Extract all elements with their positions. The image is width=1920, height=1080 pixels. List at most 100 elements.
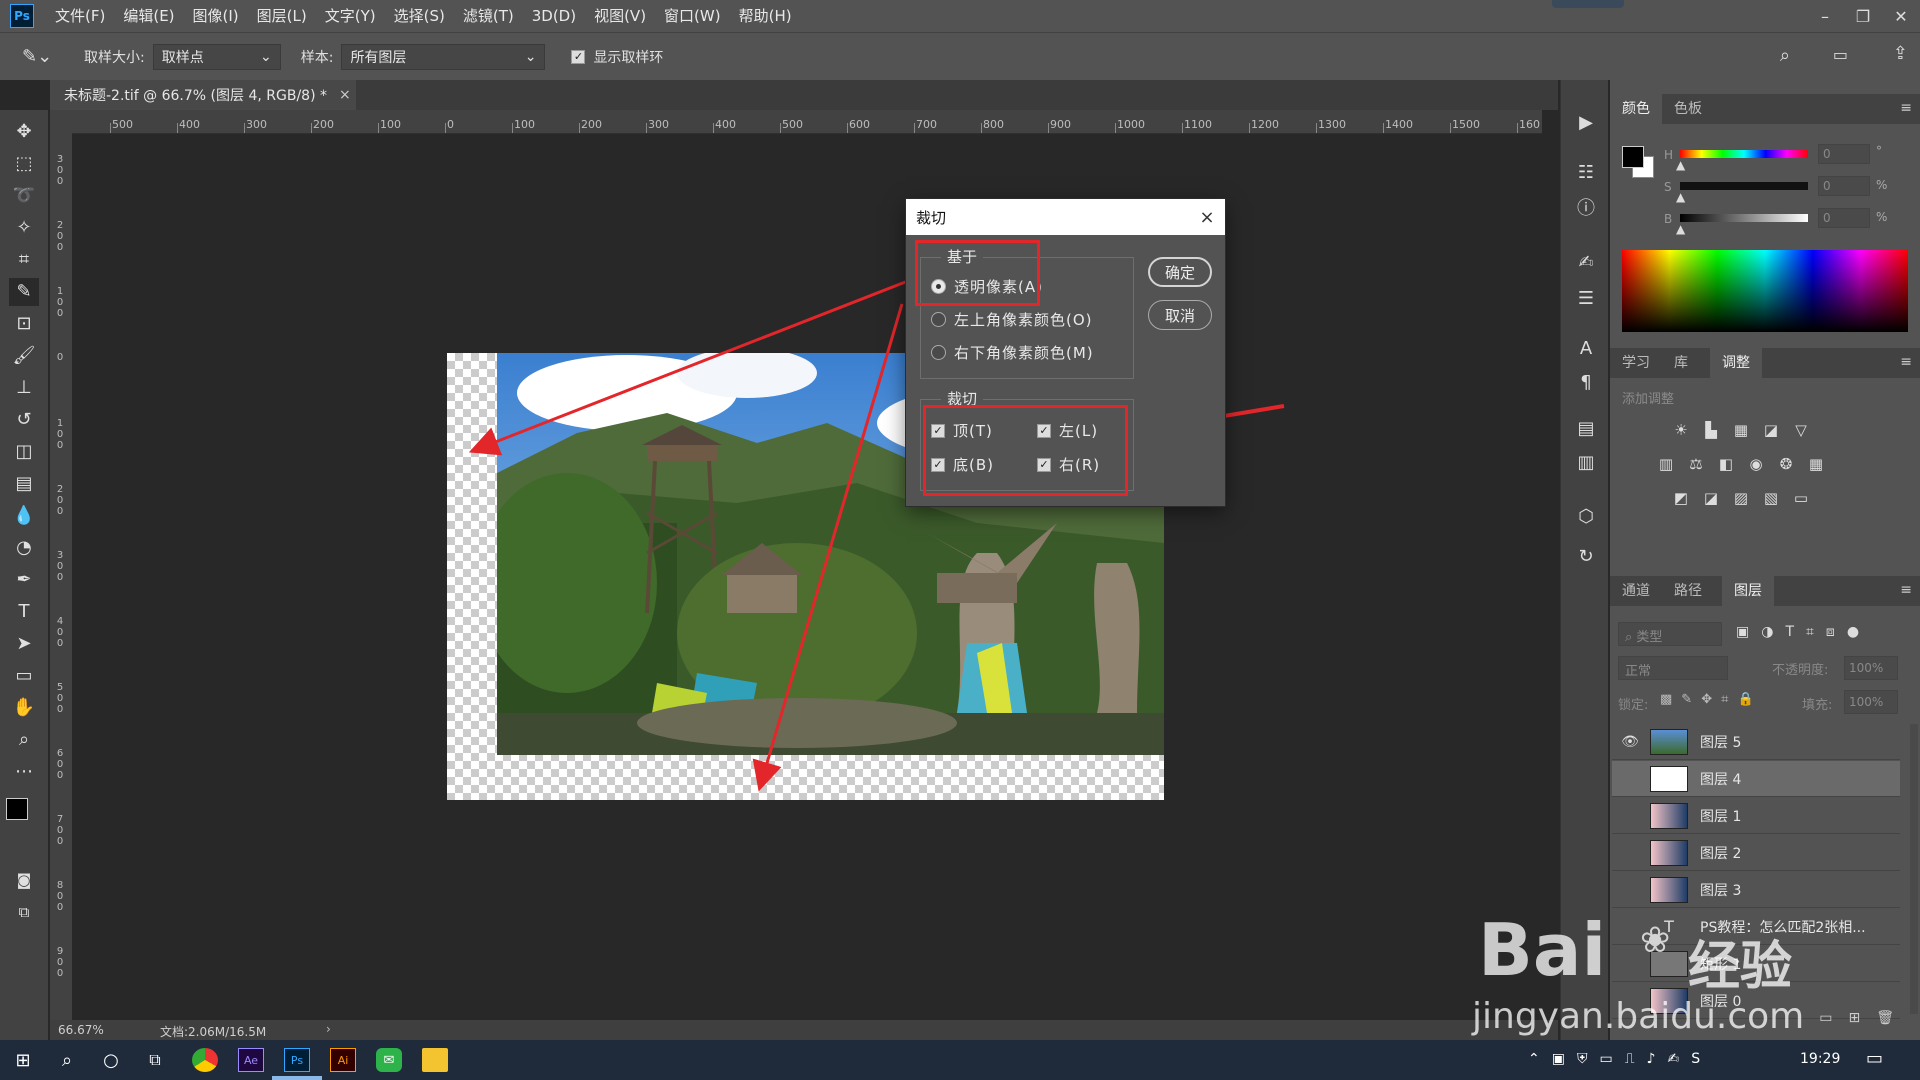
tab-learn[interactable]: 学习 xyxy=(1610,348,1662,378)
lock-artboard-icon[interactable]: ⌗ xyxy=(1721,692,1728,707)
levels-icon[interactable]: ▙ xyxy=(1700,420,1722,440)
eye-hidden-icon[interactable] xyxy=(1618,878,1642,902)
slider-thumb-icon[interactable]: ▲ xyxy=(1676,222,1685,236)
hue-slider[interactable] xyxy=(1680,150,1808,158)
restore-icon[interactable]: ❐ xyxy=(1844,0,1882,32)
radio-bottom-right-color[interactable]: 右下角像素颜色(M) xyxy=(931,342,1094,363)
saturation-slider[interactable] xyxy=(1680,182,1808,190)
selective-color-icon[interactable]: ▧ xyxy=(1760,488,1782,508)
vibrance-icon[interactable]: ▽ xyxy=(1790,420,1812,440)
layer-row[interactable]: 图层 2 xyxy=(1612,835,1900,871)
info-icon[interactable]: ⓘ xyxy=(1573,196,1599,222)
radio-button[interactable] xyxy=(931,312,946,327)
filter-toggle-icon[interactable]: ● xyxy=(1847,624,1859,640)
clock[interactable]: 19:29 xyxy=(1800,1051,1840,1067)
radio-top-left-color[interactable]: 左上角像素颜色(O) xyxy=(931,309,1093,330)
properties-icon[interactable]: ☷ xyxy=(1573,160,1599,186)
invert-icon[interactable]: ◩ xyxy=(1670,488,1692,508)
hue-sat-icon[interactable]: ▥ xyxy=(1655,454,1677,474)
play-icon[interactable]: ▶ xyxy=(1573,110,1599,136)
eraser-tool-icon[interactable]: ◫ xyxy=(9,438,39,466)
lock-transparency-icon[interactable]: ▩ xyxy=(1660,692,1672,707)
lock-all-icon[interactable]: 🔒 xyxy=(1737,692,1753,707)
pen-icon[interactable]: ✍ xyxy=(1667,1051,1679,1067)
delete-layer-icon[interactable]: 🗑 xyxy=(1876,1010,1894,1036)
brightness-icon[interactable]: ☀ xyxy=(1670,420,1692,440)
eyedropper-preset-icon[interactable]: ✎⌄ xyxy=(22,46,62,67)
paragraph-icon[interactable]: ¶ xyxy=(1573,370,1599,396)
task-view-icon[interactable]: ⧉ xyxy=(142,1048,168,1072)
color-lookup-icon[interactable]: ▦ xyxy=(1805,454,1827,474)
tab-libraries[interactable]: 库 xyxy=(1662,348,1700,378)
search-icon[interactable]: ⌕ xyxy=(1780,45,1790,66)
exposure-icon[interactable]: ◪ xyxy=(1760,420,1782,440)
illustrator-icon[interactable]: Ai xyxy=(330,1048,356,1072)
type-filter-icon[interactable]: T xyxy=(1785,624,1794,640)
eyedropper-tool-icon[interactable]: ✎ xyxy=(9,278,39,306)
menu-item[interactable]: 视图(V) xyxy=(585,0,655,32)
zoom-tool-icon[interactable]: ⌕ xyxy=(9,726,39,754)
share-icon[interactable]: ⇪ xyxy=(1893,43,1908,64)
foreground-color-swatch[interactable] xyxy=(6,798,28,820)
photo-filter-icon[interactable]: ◉ xyxy=(1745,454,1767,474)
slider-thumb-icon[interactable]: ▲ xyxy=(1676,158,1685,172)
brightness-slider[interactable] xyxy=(1680,214,1808,222)
eye-hidden-icon[interactable] xyxy=(1618,989,1642,1013)
layer-filter-select[interactable]: ⌕ 类型 xyxy=(1618,622,1722,646)
menu-item[interactable]: 选择(S) xyxy=(385,0,454,32)
eye-hidden-icon[interactable] xyxy=(1618,952,1642,976)
chevron-right-icon[interactable]: › xyxy=(326,1022,331,1036)
fill-input[interactable]: 100% xyxy=(1844,690,1898,714)
cancel-button[interactable]: 取消 xyxy=(1148,300,1212,330)
radio-button[interactable] xyxy=(931,345,946,360)
dialog-close-icon[interactable]: × xyxy=(1189,207,1225,228)
notes-icon[interactable]: ▥ xyxy=(1573,450,1599,476)
volume-icon[interactable]: ♪ xyxy=(1647,1051,1656,1067)
3d-icon[interactable]: ⬡ xyxy=(1573,504,1599,530)
rectangle-tool-icon[interactable]: ▭ xyxy=(9,662,39,690)
path-select-icon[interactable]: ➤ xyxy=(9,630,39,658)
close-tab-icon[interactable]: × xyxy=(339,87,351,103)
windows-start-icon[interactable]: ⊞ xyxy=(10,1048,36,1072)
blur-tool-icon[interactable]: 💧 xyxy=(9,502,39,530)
lasso-tool-icon[interactable]: ➰ xyxy=(9,182,39,210)
tab-layers[interactable]: 图层 xyxy=(1722,576,1774,606)
tab-color[interactable]: 颜色 xyxy=(1610,94,1662,124)
color-balance-icon[interactable]: ⚖ xyxy=(1685,454,1707,474)
gradient-tool-icon[interactable]: ▤ xyxy=(9,470,39,498)
layer-row[interactable]: 图层 3 xyxy=(1612,872,1900,908)
layer-row[interactable]: 矩形 1 xyxy=(1612,946,1900,982)
layer-row[interactable]: 图层 1 xyxy=(1612,798,1900,834)
wechat-icon[interactable]: ✉ xyxy=(376,1048,402,1072)
panel-menu-icon[interactable]: ≡ xyxy=(1900,354,1912,370)
shape-filter-icon[interactable]: ⌗ xyxy=(1806,624,1814,640)
zoom-level[interactable]: 66.67% xyxy=(58,1023,104,1037)
close-window-icon[interactable]: ✕ xyxy=(1882,0,1920,32)
hand-tool-icon[interactable]: ✋ xyxy=(9,694,39,722)
black-white-icon[interactable]: ◧ xyxy=(1715,454,1737,474)
menu-item[interactable]: 3D(D) xyxy=(523,0,585,32)
glyphs-icon[interactable]: ▤ xyxy=(1573,416,1599,442)
cortana-icon[interactable]: ○ xyxy=(98,1048,124,1072)
brightness-input[interactable]: 0 xyxy=(1818,208,1870,228)
menu-item[interactable]: 帮助(H) xyxy=(730,0,801,32)
more-tools-icon[interactable]: ⋯ xyxy=(9,758,39,786)
layer-row-selected[interactable]: 图层 4 xyxy=(1612,761,1900,797)
crop-tool-icon[interactable]: ⌗ xyxy=(9,246,39,274)
menu-item[interactable]: 窗口(W) xyxy=(655,0,730,32)
slider-thumb-icon[interactable]: ▲ xyxy=(1676,190,1685,204)
network-icon[interactable]: ⎍ xyxy=(1625,1051,1635,1067)
tab-swatches[interactable]: 色板 xyxy=(1662,94,1714,124)
eye-hidden-icon[interactable] xyxy=(1618,804,1642,828)
eye-hidden-icon[interactable] xyxy=(1618,915,1642,939)
new-group-icon[interactable]: ▭ xyxy=(1819,1010,1832,1036)
show-ring-checkbox[interactable]: ✓ xyxy=(571,49,586,64)
panel-menu-icon[interactable]: ≡ xyxy=(1900,582,1912,598)
new-layer-icon[interactable]: ⊞ xyxy=(1848,1010,1860,1036)
canvas-area[interactable] xyxy=(72,134,1542,1020)
character-icon[interactable]: A xyxy=(1573,336,1599,362)
tab-paths[interactable]: 路径 xyxy=(1662,576,1714,606)
history-brush-icon[interactable]: ↺ xyxy=(9,406,39,434)
eye-hidden-icon[interactable] xyxy=(1618,767,1642,791)
panel-menu-icon[interactable]: ≡ xyxy=(1900,100,1912,116)
